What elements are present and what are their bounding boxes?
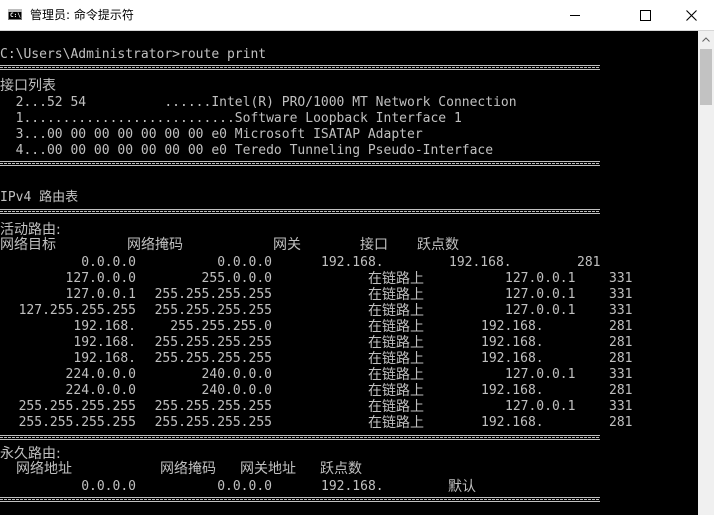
column-header: 网络目标 [0, 237, 56, 253]
route-metric: 281 [577, 255, 601, 270]
route-netmask: 0.0.0.0 [217, 255, 272, 270]
route-metric: 331 [609, 399, 633, 414]
separator [0, 435, 600, 440]
route-destination: 0.0.0.0 [81, 255, 136, 270]
maximize-icon [639, 9, 651, 21]
route-interface: 192.168. [481, 415, 544, 430]
route-metric: 281 [609, 415, 633, 430]
route-address: 0.0.0.0 [81, 479, 136, 494]
interface-row: 3...00 00 00 00 00 00 00 e0 Microsoft IS… [0, 127, 423, 142]
route-netmask: 0.0.0.0 [217, 479, 272, 494]
route-destination: 192.168. [73, 351, 136, 366]
chevron-up-icon [702, 37, 710, 42]
route-metric: 281 [609, 351, 633, 366]
minimize-button[interactable] [552, 0, 598, 30]
scroll-thumb[interactable] [700, 49, 712, 105]
route-gateway: 192.168. [321, 255, 384, 270]
route-netmask: 255.255.255.255 [154, 303, 272, 318]
route-destination: 192.168. [73, 319, 136, 334]
route-metric: 331 [609, 287, 633, 302]
route-interface: 192.168. [449, 255, 512, 270]
scroll-up-button[interactable] [698, 31, 714, 48]
column-header: 跃点数 [320, 461, 362, 477]
title-bar[interactable]: C:\ 管理员: 命令提示符 [0, 0, 714, 31]
route-gateway: 在链路上 [368, 303, 424, 319]
persistent-routes-title: 永久路由: [0, 446, 61, 462]
column-header: 网络地址 [16, 461, 72, 477]
route-destination: 224.0.0.0 [65, 383, 136, 398]
route-destination: 127.0.0.1 [65, 287, 136, 302]
interface-row: 4...00 00 00 00 00 00 00 e0 Teredo Tunne… [0, 143, 494, 158]
separator [0, 209, 600, 214]
ipv4-table-title: IPv4 路由表 [0, 190, 79, 205]
route-interface: 127.0.0.1 [505, 287, 576, 302]
column-header: 网关地址 [240, 461, 296, 477]
minimize-icon [570, 14, 580, 16]
command-line: C:\Users\Administrator>route print [0, 47, 267, 62]
separator [0, 497, 600, 502]
route-metric: 281 [609, 383, 633, 398]
route-netmask: 255.255.255.255 [154, 399, 272, 414]
route-metric: 281 [609, 319, 633, 334]
close-icon [685, 9, 697, 21]
route-gateway: 在链路上 [368, 351, 424, 367]
route-metric: 默认 [448, 479, 476, 495]
route-gateway: 在链路上 [368, 367, 424, 383]
interface-row: 2...52 54 ......Intel(R) PRO/1000 MT Net… [0, 95, 517, 110]
console-output[interactable]: C:\Users\Administrator>route print 接口列表 … [0, 31, 698, 515]
route-gateway: 192.168. [321, 479, 384, 494]
route-interface: 127.0.0.1 [505, 399, 576, 414]
column-header: 网关 [273, 237, 301, 253]
route-destination: 255.255.255.255 [18, 415, 136, 430]
vertical-scrollbar[interactable] [698, 31, 714, 515]
route-metric: 331 [609, 367, 633, 382]
cmd-window: C:\ 管理员: 命令提示符 C:\Users\Administrator>ro… [0, 0, 714, 515]
route-metric: 331 [609, 303, 633, 318]
route-gateway: 在链路上 [368, 287, 424, 303]
route-netmask: 255.255.255.255 [154, 335, 272, 350]
route-netmask: 255.255.255.255 [154, 351, 272, 366]
interface-list-title: 接口列表 [0, 78, 56, 94]
separator [0, 65, 600, 70]
column-header: 接口 [360, 237, 388, 253]
route-gateway: 在链路上 [368, 415, 424, 431]
route-metric: 331 [609, 271, 633, 286]
route-netmask: 255.255.255.0 [170, 319, 272, 334]
route-netmask: 240.0.0.0 [201, 367, 272, 382]
route-metric: 281 [609, 335, 633, 350]
route-gateway: 在链路上 [368, 335, 424, 351]
separator [0, 161, 600, 166]
window-title: 管理员: 命令提示符 [30, 8, 134, 22]
route-interface: 192.168. [481, 319, 544, 334]
route-destination: 224.0.0.0 [65, 367, 136, 382]
route-destination: 192.168. [73, 335, 136, 350]
active-routes-title: 活动路由: [0, 222, 61, 238]
column-header: 网络掩码 [160, 461, 216, 477]
route-interface: 127.0.0.1 [505, 303, 576, 318]
route-destination: 255.255.255.255 [18, 399, 136, 414]
route-interface: 192.168. [481, 351, 544, 366]
route-netmask: 255.0.0.0 [201, 271, 272, 286]
route-destination: 127.0.0.0 [65, 271, 136, 286]
close-button[interactable] [668, 0, 714, 30]
column-header: 跃点数 [417, 237, 459, 253]
route-interface: 192.168. [481, 335, 544, 350]
route-netmask: 240.0.0.0 [201, 383, 272, 398]
route-interface: 192.168. [481, 383, 544, 398]
route-interface: 127.0.0.1 [505, 367, 576, 382]
route-netmask: 255.255.255.255 [154, 287, 272, 302]
route-netmask: 255.255.255.255 [154, 415, 272, 430]
command-prompt-icon: C:\ [8, 9, 22, 20]
route-destination: 127.255.255.255 [18, 303, 136, 318]
column-header: 网络掩码 [127, 237, 183, 253]
maximize-button[interactable] [622, 0, 668, 30]
route-gateway: 在链路上 [368, 399, 424, 415]
route-gateway: 在链路上 [368, 383, 424, 399]
interface-row: 1...........................Software Loo… [0, 111, 462, 126]
route-interface: 127.0.0.1 [505, 271, 576, 286]
route-gateway: 在链路上 [368, 319, 424, 335]
route-gateway: 在链路上 [368, 271, 424, 287]
